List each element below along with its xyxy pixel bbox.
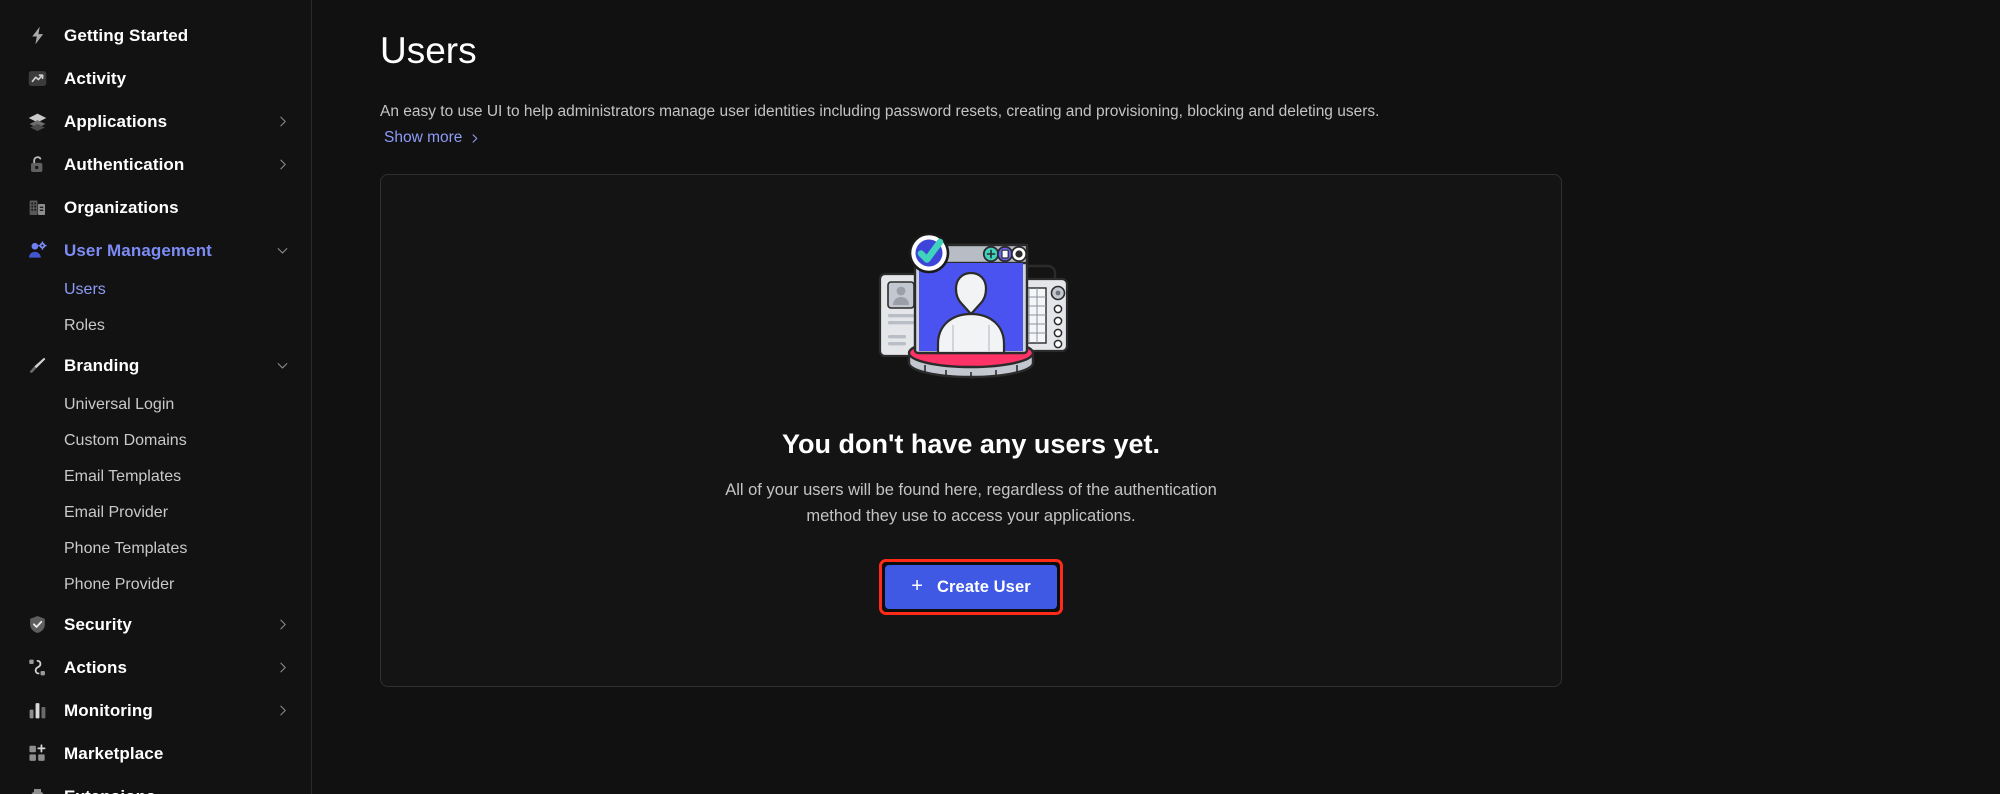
- create-user-highlight: + Create User: [879, 559, 1063, 616]
- sidebar-item-getting-started[interactable]: Getting Started: [0, 14, 311, 57]
- chevron-down-icon[interactable]: [275, 359, 289, 373]
- sidebar-item-monitoring[interactable]: Monitoring: [0, 689, 311, 732]
- actions-flow-icon: [26, 657, 48, 679]
- sidebar-item-branding[interactable]: Branding: [0, 344, 311, 387]
- sidebar-item-label: Monitoring: [64, 700, 153, 720]
- bar-chart-icon: [26, 700, 48, 722]
- app-root: Getting Started Activity Applications Au…: [0, 0, 2000, 794]
- activity-trend-icon: [26, 68, 48, 90]
- sidebar-item-actions[interactable]: Actions: [0, 646, 311, 689]
- sidebar-item-label: Marketplace: [64, 743, 164, 763]
- sidebar-item-universal-login[interactable]: Universal Login: [0, 387, 311, 423]
- page-container: Users An easy to use UI to help administ…: [312, 0, 1562, 688]
- sidebar-item-label: Authentication: [64, 154, 185, 174]
- paintbrush-icon: [26, 355, 48, 377]
- sidebar: Getting Started Activity Applications Au…: [0, 0, 312, 794]
- chevron-right-icon: [469, 133, 480, 144]
- user-gear-icon: [26, 240, 48, 262]
- sidebar-subitem-label: Universal Login: [64, 396, 175, 413]
- chevron-right-icon[interactable]: [275, 704, 289, 718]
- sidebar-subitem-label: Roles: [64, 317, 105, 334]
- sidebar-subitem-label: Email Templates: [64, 468, 182, 485]
- sidebar-item-users[interactable]: Users: [0, 272, 311, 308]
- show-more-label: Show more: [384, 129, 463, 147]
- sidebar-item-label: Getting Started: [64, 25, 189, 45]
- sidebar-item-organizations[interactable]: Organizations: [0, 186, 311, 229]
- empty-state-title: You don't have any users yet.: [781, 429, 1161, 460]
- marketplace-grid-plus-icon: [26, 743, 48, 765]
- main-content: Users An easy to use UI to help administ…: [312, 0, 2000, 794]
- sidebar-item-applications[interactable]: Applications: [0, 100, 311, 143]
- create-user-button[interactable]: + Create User: [885, 565, 1057, 610]
- sidebar-item-label: User Management: [64, 240, 212, 260]
- sidebar-item-activity[interactable]: Activity: [0, 57, 311, 100]
- empty-state-card: You don't have any users yet. All of you…: [380, 174, 1562, 688]
- sidebar-subitem-label: Phone Provider: [64, 576, 175, 593]
- sidebar-item-authentication[interactable]: Authentication: [0, 143, 311, 186]
- sidebar-item-label: Extensions: [64, 787, 156, 794]
- chevron-right-icon[interactable]: [275, 618, 289, 632]
- chevron-right-icon[interactable]: [275, 158, 289, 172]
- chevron-right-icon[interactable]: [275, 115, 289, 129]
- layers-icon: [26, 111, 48, 133]
- sidebar-item-phone-templates[interactable]: Phone Templates: [0, 531, 311, 567]
- sidebar-item-email-templates[interactable]: Email Templates: [0, 459, 311, 495]
- sidebar-item-security[interactable]: Security: [0, 603, 311, 646]
- sidebar-subitem-label: Email Provider: [64, 504, 169, 521]
- sidebar-item-label: Activity: [64, 68, 127, 88]
- lock-icon: [26, 154, 48, 176]
- create-user-label: Create User: [937, 577, 1031, 596]
- plus-icon: +: [911, 575, 924, 598]
- extensions-puzzle-icon: [26, 786, 48, 794]
- lightning-bolt-icon: [26, 25, 48, 47]
- sidebar-item-label: Actions: [64, 657, 128, 677]
- sidebar-item-email-provider[interactable]: Email Provider: [0, 495, 311, 531]
- sidebar-item-extensions[interactable]: Extensions: [0, 775, 311, 794]
- chevron-down-icon[interactable]: [275, 244, 289, 258]
- page-title: Users: [380, 30, 477, 71]
- sidebar-item-custom-domains[interactable]: Custom Domains: [0, 423, 311, 459]
- user-profile-illustration: [871, 231, 1071, 383]
- empty-state-subtitle: All of your users will be found here, re…: [725, 481, 1217, 525]
- sidebar-item-label: Branding: [64, 355, 140, 375]
- sidebar-item-marketplace[interactable]: Marketplace: [0, 732, 311, 775]
- sidebar-subitem-label: Users: [64, 281, 106, 298]
- sidebar-item-label: Applications: [64, 111, 168, 131]
- sidebar-item-user-management[interactable]: User Management: [0, 229, 311, 272]
- page-description: An easy to use UI to help administrators…: [380, 103, 1380, 120]
- sidebar-subitem-label: Custom Domains: [64, 432, 187, 449]
- sidebar-item-phone-provider[interactable]: Phone Provider: [0, 567, 311, 603]
- shield-check-icon: [26, 614, 48, 636]
- sidebar-subitem-label: Phone Templates: [64, 540, 188, 557]
- chevron-right-icon[interactable]: [275, 661, 289, 675]
- show-more-link[interactable]: Show more: [384, 129, 480, 147]
- building-icon: [26, 197, 48, 219]
- sidebar-item-label: Organizations: [64, 197, 179, 217]
- sidebar-item-label: Security: [64, 614, 132, 634]
- sidebar-item-roles[interactable]: Roles: [0, 308, 311, 344]
